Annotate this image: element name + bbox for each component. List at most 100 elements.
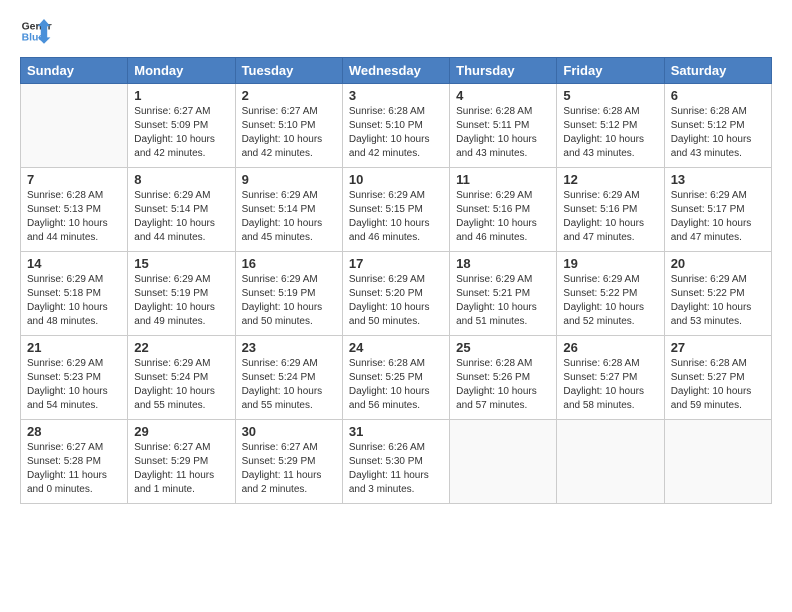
calendar-cell: 20 Sunrise: 6:29 AM Sunset: 5:22 PM Dayli… [664, 252, 771, 336]
day-number: 31 [349, 424, 443, 439]
day-info: Sunrise: 6:29 AM Sunset: 5:24 PM Dayligh… [134, 357, 228, 413]
calendar-cell: 18Sunrise: 6:29 AM Sunset: 5:21 PM Dayli… [450, 252, 557, 336]
calendar-cell [450, 420, 557, 504]
day-number: 14 [27, 256, 121, 271]
calendar-cell: 12 Sunrise: 6:29 AM Sunset: 5:16 PM Dayli… [557, 168, 664, 252]
day-number: 26 [563, 340, 657, 355]
weekday-tuesday: Tuesday [235, 58, 342, 84]
day-number: 16 [242, 256, 336, 271]
calendar-cell: 17 Sunrise: 6:29 AM Sunset: 5:20 PM Dayli… [342, 252, 449, 336]
day-number: 7 [27, 172, 121, 187]
day-info: Sunrise: 6:29 AM Sunset: 5:20 PM Dayligh… [349, 273, 443, 329]
day-info: Sunrise: 6:28 AM Sunset: 5:27 PM Dayligh… [563, 357, 657, 413]
day-number: 1 [134, 88, 228, 103]
day-number: 22 [134, 340, 228, 355]
calendar-cell: 24Sunrise: 6:28 AM Sunset: 5:25 PM Dayli… [342, 336, 449, 420]
day-number: 23 [242, 340, 336, 355]
calendar-cell: 25 Sunrise: 6:28 AM Sunset: 5:26 PM Dayli… [450, 336, 557, 420]
day-number: 27 [671, 340, 765, 355]
day-info: Sunrise: 6:27 AM Sunset: 5:29 PM Dayligh… [134, 441, 228, 497]
page-header: General Blue [20, 15, 772, 47]
calendar-cell: 29 Sunrise: 6:27 AM Sunset: 5:29 PM Dayli… [128, 420, 235, 504]
day-info: Sunrise: 6:27 AM Sunset: 5:28 PM Dayligh… [27, 441, 121, 497]
day-number: 9 [242, 172, 336, 187]
weekday-header-row: SundayMondayTuesdayWednesdayThursdayFrid… [21, 58, 772, 84]
calendar-cell: 4 Sunrise: 6:28 AM Sunset: 5:11 PM Daylig… [450, 84, 557, 168]
day-number: 6 [671, 88, 765, 103]
calendar-week-2: 7 Sunrise: 6:28 AM Sunset: 5:13 PM Daylig… [21, 168, 772, 252]
calendar-cell: 16 Sunrise: 6:29 AM Sunset: 5:19 PM Dayli… [235, 252, 342, 336]
calendar-cell: 9 Sunrise: 6:29 AM Sunset: 5:14 PM Daylig… [235, 168, 342, 252]
day-number: 13 [671, 172, 765, 187]
weekday-sunday: Sunday [21, 58, 128, 84]
logo-icon: General Blue [20, 15, 52, 47]
day-info: Sunrise: 6:27 AM Sunset: 5:10 PM Dayligh… [242, 105, 336, 161]
day-info: Sunrise: 6:29 AM Sunset: 5:22 PM Dayligh… [671, 273, 765, 329]
day-number: 30 [242, 424, 336, 439]
day-info: Sunrise: 6:28 AM Sunset: 5:26 PM Dayligh… [456, 357, 550, 413]
calendar-cell: 23 Sunrise: 6:29 AM Sunset: 5:24 PM Dayli… [235, 336, 342, 420]
calendar-cell: 28 Sunrise: 6:27 AM Sunset: 5:28 PM Dayli… [21, 420, 128, 504]
day-info: Sunrise: 6:27 AM Sunset: 5:09 PM Dayligh… [134, 105, 228, 161]
calendar-cell: 19Sunrise: 6:29 AM Sunset: 5:22 PM Dayli… [557, 252, 664, 336]
day-number: 25 [456, 340, 550, 355]
calendar-week-5: 28 Sunrise: 6:27 AM Sunset: 5:28 PM Dayli… [21, 420, 772, 504]
calendar-cell: 8 Sunrise: 6:29 AM Sunset: 5:14 PM Daylig… [128, 168, 235, 252]
calendar-week-3: 14 Sunrise: 6:29 AM Sunset: 5:18 PM Dayli… [21, 252, 772, 336]
day-info: Sunrise: 6:29 AM Sunset: 5:14 PM Dayligh… [134, 189, 228, 245]
day-info: Sunrise: 6:28 AM Sunset: 5:11 PM Dayligh… [456, 105, 550, 161]
weekday-saturday: Saturday [664, 58, 771, 84]
weekday-thursday: Thursday [450, 58, 557, 84]
day-number: 20 [671, 256, 765, 271]
day-number: 21 [27, 340, 121, 355]
day-number: 5 [563, 88, 657, 103]
day-info: Sunrise: 6:29 AM Sunset: 5:14 PM Dayligh… [242, 189, 336, 245]
day-info: Sunrise: 6:29 AM Sunset: 5:16 PM Dayligh… [456, 189, 550, 245]
day-number: 12 [563, 172, 657, 187]
day-number: 24 [349, 340, 443, 355]
logo: General Blue [20, 15, 52, 47]
day-info: Sunrise: 6:29 AM Sunset: 5:21 PM Dayligh… [456, 273, 550, 329]
day-info: Sunrise: 6:29 AM Sunset: 5:18 PM Dayligh… [27, 273, 121, 329]
calendar-cell: 30 Sunrise: 6:27 AM Sunset: 5:29 PM Dayli… [235, 420, 342, 504]
calendar-cell: 3Sunrise: 6:28 AM Sunset: 5:10 PM Daylig… [342, 84, 449, 168]
day-number: 8 [134, 172, 228, 187]
day-number: 11 [456, 172, 550, 187]
calendar-cell: 27 Sunrise: 6:28 AM Sunset: 5:27 PM Dayli… [664, 336, 771, 420]
day-number: 19 [563, 256, 657, 271]
calendar-cell: 14 Sunrise: 6:29 AM Sunset: 5:18 PM Dayli… [21, 252, 128, 336]
calendar-cell: 21 Sunrise: 6:29 AM Sunset: 5:23 PM Dayli… [21, 336, 128, 420]
calendar-week-1: 1 Sunrise: 6:27 AM Sunset: 5:09 PM Daylig… [21, 84, 772, 168]
day-info: Sunrise: 6:29 AM Sunset: 5:17 PM Dayligh… [671, 189, 765, 245]
calendar-cell: 6 Sunrise: 6:28 AM Sunset: 5:12 PM Daylig… [664, 84, 771, 168]
calendar-cell: 1 Sunrise: 6:27 AM Sunset: 5:09 PM Daylig… [128, 84, 235, 168]
day-info: Sunrise: 6:28 AM Sunset: 5:12 PM Dayligh… [563, 105, 657, 161]
day-info: Sunrise: 6:29 AM Sunset: 5:24 PM Dayligh… [242, 357, 336, 413]
calendar-cell: 11 Sunrise: 6:29 AM Sunset: 5:16 PM Dayli… [450, 168, 557, 252]
day-number: 29 [134, 424, 228, 439]
day-info: Sunrise: 6:28 AM Sunset: 5:27 PM Dayligh… [671, 357, 765, 413]
day-info: Sunrise: 6:28 AM Sunset: 5:13 PM Dayligh… [27, 189, 121, 245]
calendar-cell [21, 84, 128, 168]
calendar-cell [664, 420, 771, 504]
calendar-table: SundayMondayTuesdayWednesdayThursdayFrid… [20, 57, 772, 504]
calendar-cell [557, 420, 664, 504]
day-info: Sunrise: 6:27 AM Sunset: 5:29 PM Dayligh… [242, 441, 336, 497]
calendar-cell: 22 Sunrise: 6:29 AM Sunset: 5:24 PM Dayli… [128, 336, 235, 420]
weekday-friday: Friday [557, 58, 664, 84]
weekday-monday: Monday [128, 58, 235, 84]
day-info: Sunrise: 6:28 AM Sunset: 5:12 PM Dayligh… [671, 105, 765, 161]
calendar-week-4: 21 Sunrise: 6:29 AM Sunset: 5:23 PM Dayli… [21, 336, 772, 420]
day-number: 4 [456, 88, 550, 103]
calendar-cell: 31Sunrise: 6:26 AM Sunset: 5:30 PM Dayli… [342, 420, 449, 504]
day-number: 10 [349, 172, 443, 187]
weekday-wednesday: Wednesday [342, 58, 449, 84]
calendar-cell: 15Sunrise: 6:29 AM Sunset: 5:19 PM Dayli… [128, 252, 235, 336]
day-info: Sunrise: 6:29 AM Sunset: 5:23 PM Dayligh… [27, 357, 121, 413]
day-info: Sunrise: 6:29 AM Sunset: 5:19 PM Dayligh… [242, 273, 336, 329]
calendar-cell: 5 Sunrise: 6:28 AM Sunset: 5:12 PM Daylig… [557, 84, 664, 168]
calendar-cell: 13 Sunrise: 6:29 AM Sunset: 5:17 PM Dayli… [664, 168, 771, 252]
day-number: 28 [27, 424, 121, 439]
day-info: Sunrise: 6:29 AM Sunset: 5:16 PM Dayligh… [563, 189, 657, 245]
day-number: 17 [349, 256, 443, 271]
